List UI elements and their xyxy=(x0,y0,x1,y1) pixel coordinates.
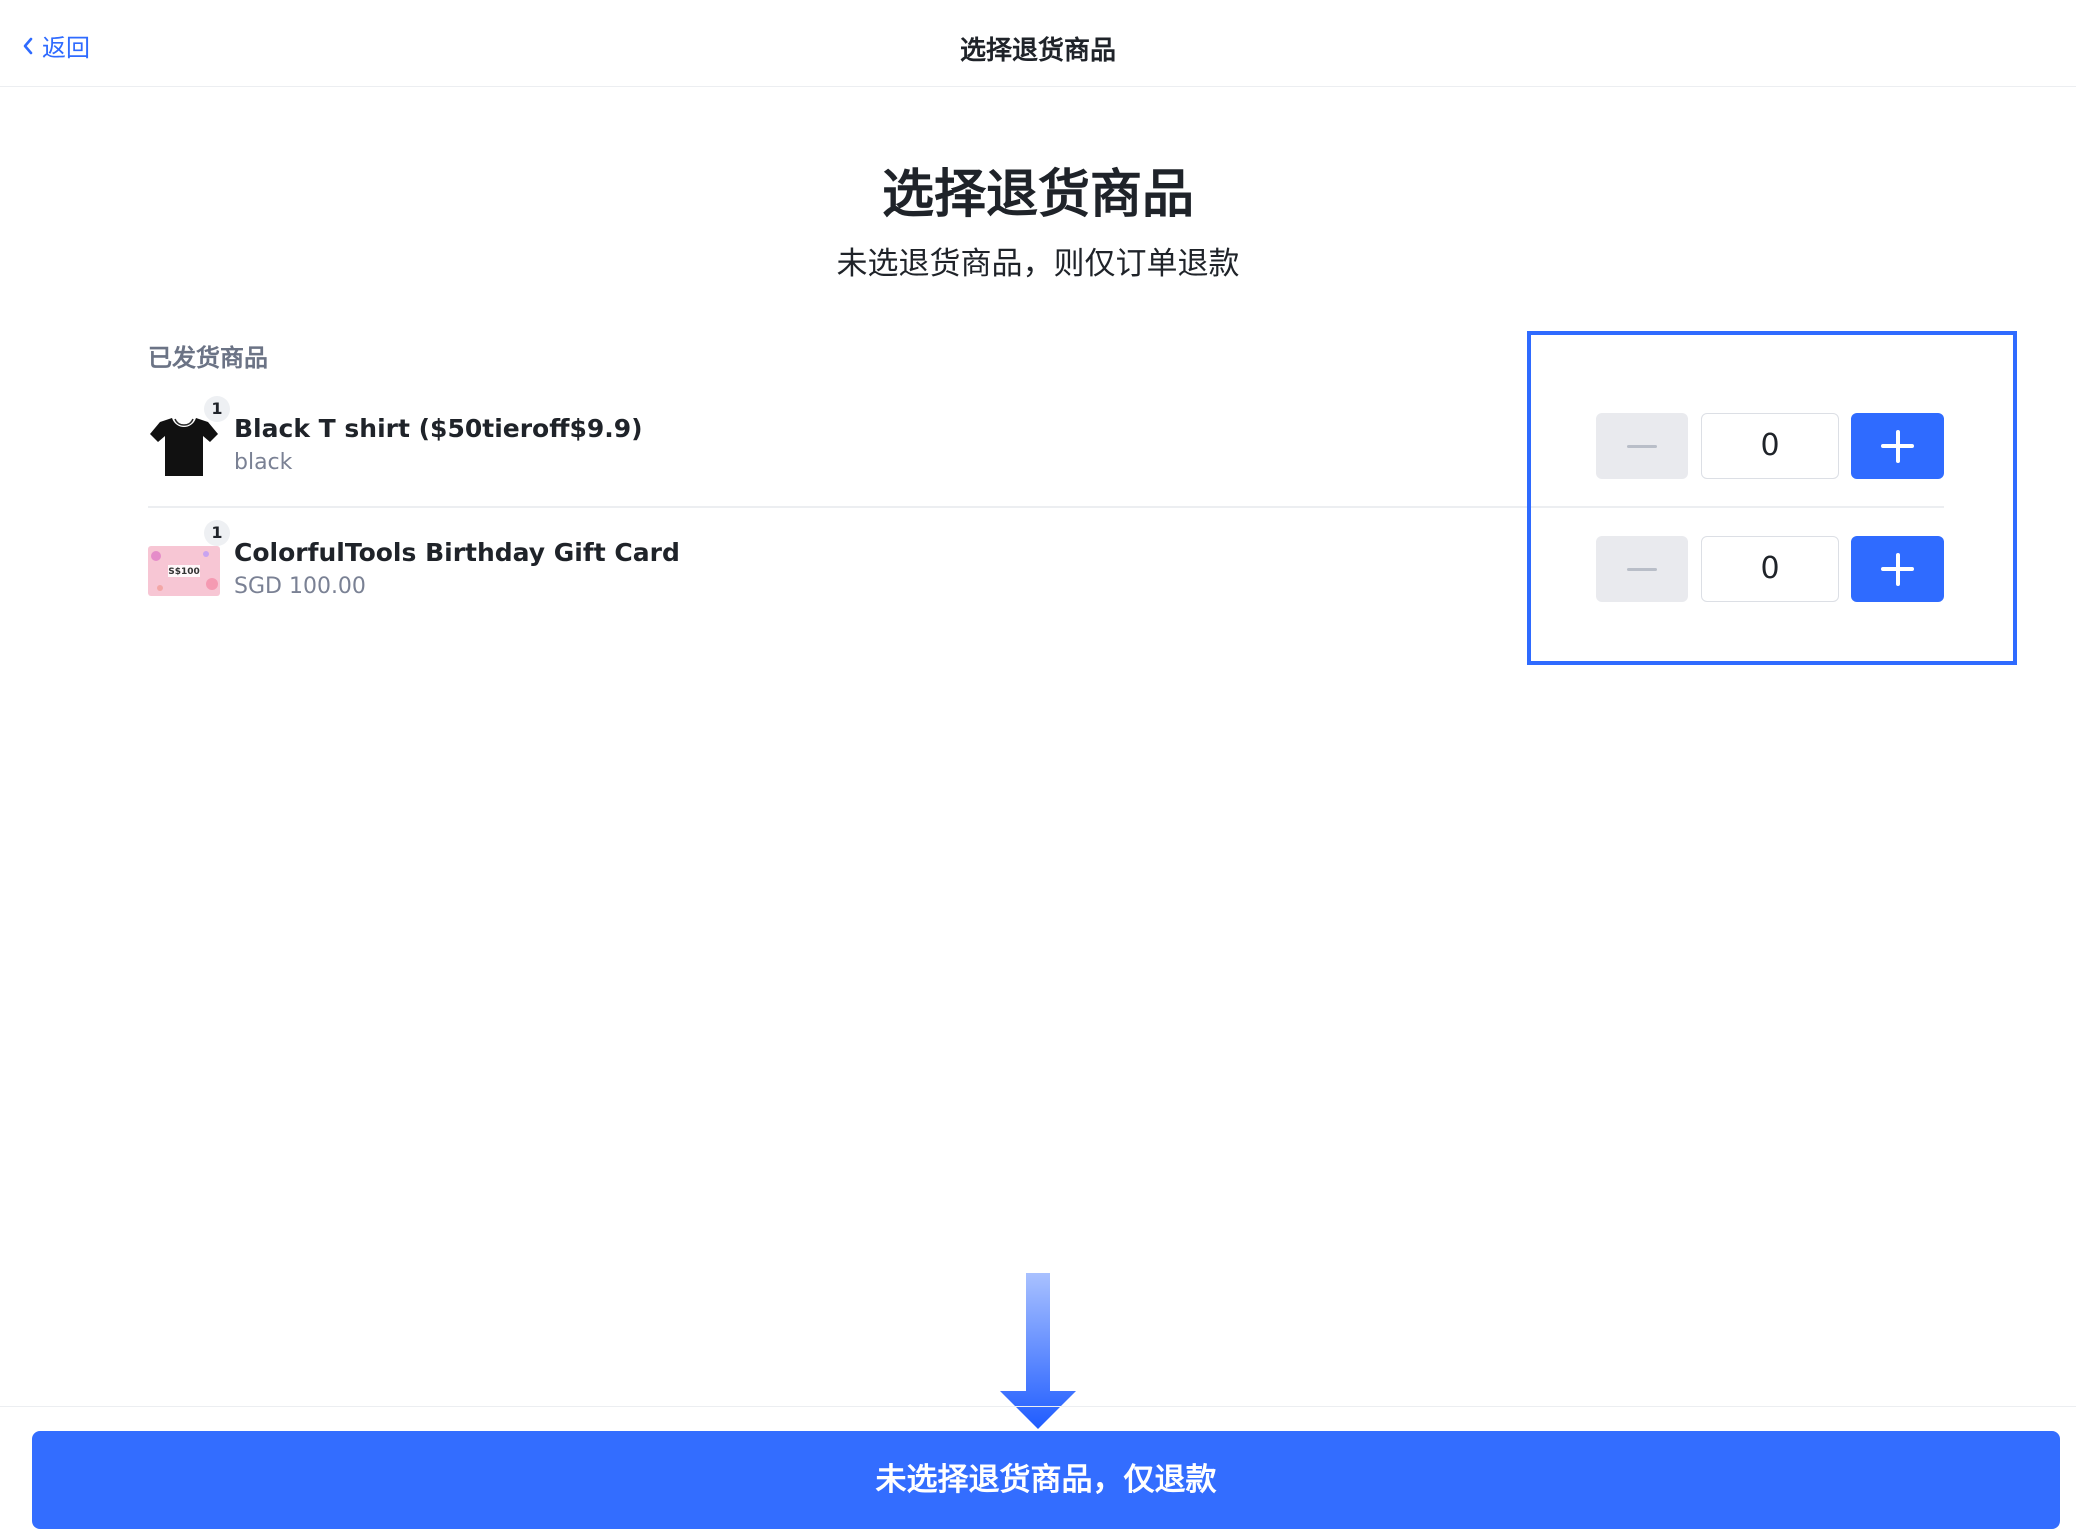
gift-card-icon: S$100 xyxy=(148,546,220,596)
item-name: ColorfulTools Birthday Gift Card xyxy=(234,538,680,567)
page-title: 选择退货商品 xyxy=(881,165,1194,225)
quantity-badge: 1 xyxy=(204,520,230,546)
arrow-down-icon xyxy=(1000,1273,1076,1429)
highlight-box xyxy=(1527,331,2017,665)
footer-divider xyxy=(0,1406,2076,1407)
top-nav-bar: 返回 选择退货商品 xyxy=(0,0,2076,87)
nav-title: 选择退货商品 xyxy=(959,36,1116,66)
refund-only-button[interactable]: 未选择退货商品，仅退款 xyxy=(32,1431,2060,1529)
black-tshirt-icon xyxy=(150,418,218,476)
item-variant: black xyxy=(234,450,293,475)
section-label-shipped: 已发货商品 xyxy=(148,344,268,372)
page-subtitle: 未选退货商品，则仅订单退款 xyxy=(836,246,1240,282)
item-price: SGD 100.00 xyxy=(234,574,366,599)
quantity-badge: 1 xyxy=(204,396,230,422)
gift-card-amount: S$100 xyxy=(168,567,200,577)
item-name: Black T shirt ($50tieroff$9.9) xyxy=(234,414,643,443)
